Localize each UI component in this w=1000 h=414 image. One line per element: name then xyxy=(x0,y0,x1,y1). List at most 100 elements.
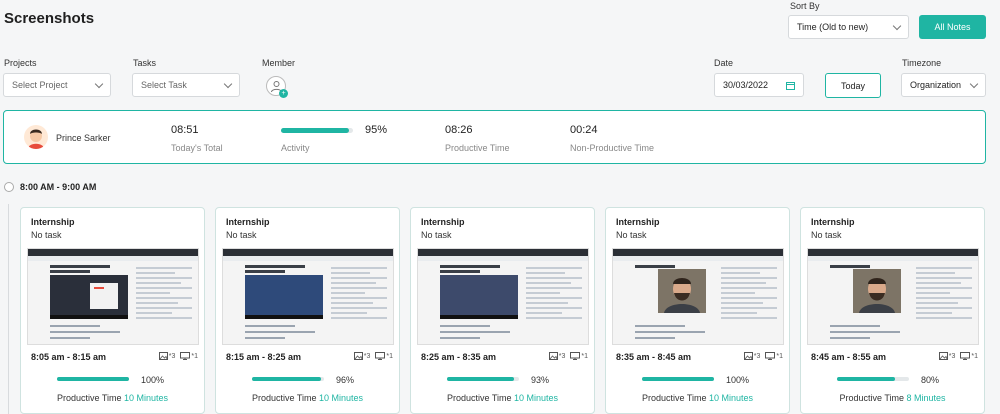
card-productive-value: 8 Minutes xyxy=(906,393,946,403)
screens-count: *3 xyxy=(168,352,176,360)
card-time-range: 8:45 am - 8:55 am xyxy=(811,352,887,362)
card-time-range: 8:25 am - 8:35 am xyxy=(421,352,497,362)
card-activity-progress-fill xyxy=(252,377,322,381)
card-activity-percent: 100% xyxy=(141,375,165,385)
screenshot-thumbnail[interactable] xyxy=(222,248,394,345)
timezone-value: Organization xyxy=(910,80,962,90)
date-picker[interactable]: 30/03/2022 xyxy=(714,73,804,97)
sort-by-label: Sort By xyxy=(790,1,820,11)
member-name: Prince Sarker xyxy=(56,133,111,143)
project-select-placeholder: Select Project xyxy=(12,80,68,90)
productive-time-value: 08:26 xyxy=(445,124,473,136)
screenshot-card[interactable]: Internship No task 8:05 am - 8:15 am *3 *1 10… xyxy=(20,207,205,414)
screenshot-card[interactable]: Internship No task 8:45 am - 8:55 am *3 *1 80… xyxy=(800,207,985,414)
card-activity-progress xyxy=(252,377,324,381)
card-task: No task xyxy=(421,230,452,240)
card-activity-progress-fill xyxy=(837,377,895,381)
card-activity-progress-fill xyxy=(57,377,129,381)
monitors-count: *1 xyxy=(581,352,588,360)
card-productive-time: Productive Time 10 Minutes xyxy=(216,393,399,403)
nonproductive-time-label: Non-Productive Time xyxy=(570,143,655,153)
avatar xyxy=(24,125,48,149)
screenshot-card[interactable]: Internship No task 8:35 am - 8:45 am *3 *1 10… xyxy=(605,207,790,414)
monitor-icon xyxy=(960,352,971,360)
sort-select[interactable]: Time (Old to new) xyxy=(788,15,909,39)
time-slot-header: 8:00 AM - 9:00 AM xyxy=(4,182,96,192)
card-activity-progress xyxy=(642,377,714,381)
card-activity-percent: 100% xyxy=(726,375,750,385)
image-icon xyxy=(548,352,558,360)
image-icon xyxy=(743,352,753,360)
monitors-count: *1 xyxy=(776,352,783,360)
card-activity-progress xyxy=(447,377,519,381)
card-productive-label: Productive Time xyxy=(56,393,122,403)
card-activity-progress xyxy=(57,377,129,381)
card-productive-label: Productive Time xyxy=(641,393,707,403)
card-time-range: 8:15 am - 8:25 am xyxy=(226,352,302,362)
total-time-value: 08:51 xyxy=(171,124,199,136)
card-productive-value: 10 Minutes xyxy=(124,393,169,403)
time-slot-label: 8:00 AM - 9:00 AM xyxy=(20,182,97,192)
sort-select-value: Time (Old to new) xyxy=(797,22,869,32)
card-activity-progress-fill xyxy=(447,377,514,381)
screens-count: *3 xyxy=(753,352,761,360)
date-value: 30/03/2022 xyxy=(723,80,769,90)
card-activity-percent: 96% xyxy=(336,375,355,385)
plus-icon: + xyxy=(279,89,288,98)
page-title: Screenshots xyxy=(4,10,95,27)
card-productive-label: Productive Time xyxy=(446,393,512,403)
today-button[interactable]: Today xyxy=(825,73,881,98)
card-activity-progress-fill xyxy=(642,377,714,381)
card-meta: *3 *1 xyxy=(158,352,198,360)
card-productive-time: Productive Time 10 Minutes xyxy=(606,393,789,403)
monitor-icon xyxy=(570,352,581,360)
screenshot-thumbnail[interactable] xyxy=(417,248,589,345)
image-icon xyxy=(353,352,363,360)
card-time-range: 8:05 am - 8:15 am xyxy=(31,352,107,362)
time-slot-radio[interactable] xyxy=(4,182,14,192)
screenshot-card[interactable]: Internship No task 8:25 am - 8:35 am *3 *1 93… xyxy=(410,207,595,414)
card-meta: *3 *1 xyxy=(743,352,783,360)
monitor-icon xyxy=(375,352,386,360)
card-meta: *3 *1 xyxy=(548,352,588,360)
card-project: Internship xyxy=(616,217,660,227)
task-select-placeholder: Select Task xyxy=(141,80,187,90)
card-productive-value: 10 Minutes xyxy=(709,393,754,403)
monitors-count: *1 xyxy=(971,352,978,360)
card-activity-percent: 80% xyxy=(921,375,940,385)
all-notes-button[interactable]: All Notes xyxy=(919,15,986,39)
card-activity-progress xyxy=(837,377,909,381)
productive-time-label: Productive Time xyxy=(445,143,510,153)
total-time-label: Today's Total xyxy=(171,143,223,153)
card-project: Internship xyxy=(421,217,465,227)
card-productive-time: Productive Time 10 Minutes xyxy=(411,393,594,403)
add-member-button[interactable]: + xyxy=(266,76,288,98)
screenshot-thumbnail[interactable] xyxy=(807,248,979,345)
card-time-range: 8:35 am - 8:45 am xyxy=(616,352,692,362)
card-productive-time: Productive Time 10 Minutes xyxy=(21,393,204,403)
chevron-down-icon xyxy=(94,79,104,88)
screenshot-thumbnail[interactable] xyxy=(27,248,199,345)
activity-progress xyxy=(281,128,353,133)
timezone-select[interactable]: Organization xyxy=(901,73,986,97)
screenshot-card[interactable]: Internship No task 8:15 am - 8:25 am *3 *1 96… xyxy=(215,207,400,414)
task-select[interactable]: Select Task xyxy=(132,73,240,97)
monitors-count: *1 xyxy=(191,352,198,360)
card-meta: *3 *1 xyxy=(938,352,978,360)
card-productive-value: 10 Minutes xyxy=(319,393,364,403)
timezone-label: Timezone xyxy=(902,58,942,68)
member-label: Member xyxy=(262,58,296,68)
card-task: No task xyxy=(616,230,647,240)
screens-count: *3 xyxy=(363,352,371,360)
screenshot-thumbnail[interactable] xyxy=(612,248,784,345)
monitor-icon xyxy=(765,352,776,360)
activity-progress-fill xyxy=(281,128,350,133)
chevron-down-icon xyxy=(223,79,233,88)
calendar-icon xyxy=(786,81,795,90)
card-project: Internship xyxy=(811,217,855,227)
card-productive-time: Productive Time 8 Minutes xyxy=(801,393,984,403)
activity-percent: 95% xyxy=(365,124,388,136)
projects-label: Projects xyxy=(4,58,37,68)
project-select[interactable]: Select Project xyxy=(3,73,111,97)
chevron-down-icon xyxy=(892,21,902,30)
